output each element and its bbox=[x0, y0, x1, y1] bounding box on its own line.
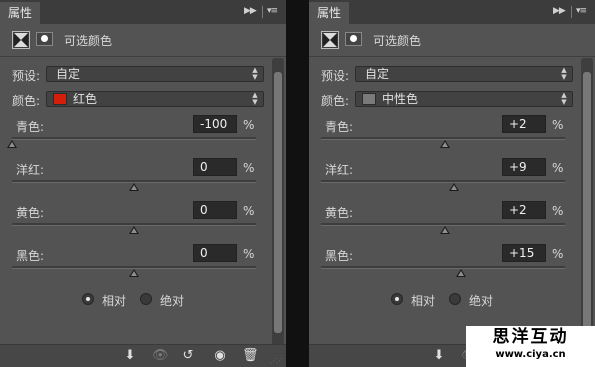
cyan-slider-thumb[interactable] bbox=[7, 140, 17, 148]
dropdown-arrows-icon: ▲ ▼ bbox=[252, 66, 258, 81]
magenta-unit: % bbox=[552, 161, 564, 175]
black-input[interactable]: +15 bbox=[502, 244, 546, 262]
colors-value: 中性色 bbox=[382, 92, 419, 106]
relative-radio[interactable] bbox=[82, 293, 94, 305]
yellow-label: 黄色: bbox=[325, 206, 354, 220]
selective-color-icon bbox=[321, 31, 339, 49]
scrollbar-thumb[interactable] bbox=[583, 72, 591, 333]
cyan-input[interactable]: -100 bbox=[193, 115, 237, 133]
yellow-input[interactable]: +2 bbox=[502, 201, 546, 219]
colors-dropdown[interactable]: 红色 ▲ ▼ bbox=[46, 91, 264, 107]
panel-tab-bar: 属性 ▶▶ ▾≡ bbox=[309, 0, 595, 24]
cyan-label: 青色: bbox=[325, 120, 354, 134]
tab-properties[interactable]: 属性 bbox=[0, 2, 41, 24]
cyan-slider-thumb[interactable] bbox=[440, 140, 451, 148]
adjustment-header: 可选颜色 bbox=[309, 24, 595, 57]
resize-grip-icon[interactable]: ⋰⋰ bbox=[270, 357, 283, 365]
scrollbar-thumb[interactable] bbox=[274, 72, 282, 333]
trash-icon[interactable]: 🗑 bbox=[242, 348, 259, 364]
black-unit: % bbox=[243, 247, 255, 261]
watermark-logo: 思洋互动 www.ciya.cn bbox=[466, 326, 595, 367]
magenta-slider-thumb[interactable] bbox=[448, 183, 459, 191]
absolute-label: 绝对 bbox=[160, 294, 185, 308]
yellow-slider-thumb[interactable] bbox=[129, 226, 139, 234]
clip-to-layer-icon[interactable]: ⬇ bbox=[122, 348, 138, 364]
cyan-label: 青色: bbox=[16, 120, 45, 134]
black-input[interactable]: 0 bbox=[193, 244, 237, 262]
dropdown-arrows-icon: ▲ ▼ bbox=[252, 91, 258, 106]
preset-dropdown[interactable]: 自定 ▲ ▼ bbox=[46, 66, 264, 82]
colors-dropdown[interactable]: 中性色 ▲ ▼ bbox=[355, 91, 573, 107]
cyan-unit: % bbox=[243, 118, 255, 132]
absolute-radio[interactable] bbox=[140, 293, 152, 305]
view-previous-state-icon[interactable]: 👁 bbox=[152, 348, 169, 364]
absolute-label: 绝对 bbox=[469, 294, 494, 308]
preset-label: 预设: bbox=[12, 69, 41, 83]
panel-menu-icon[interactable]: ▾≡ bbox=[267, 6, 278, 16]
magenta-input[interactable]: +9 bbox=[502, 158, 546, 176]
properties-panel-left: 属性 ▶▶ ▾≡ 可选颜色 预设: 自定 ▲ ▼ 颜色: 红色 ▲ ▼ 青色: -1… bbox=[0, 0, 286, 367]
color-swatch bbox=[53, 93, 67, 105]
black-slider-thumb[interactable] bbox=[456, 269, 467, 277]
layer-mask-icon[interactable] bbox=[345, 32, 362, 46]
black-unit: % bbox=[552, 247, 564, 261]
panel-tab-bar: 属性 ▶▶ ▾≡ bbox=[0, 0, 286, 24]
preset-value: 自定 bbox=[365, 67, 390, 81]
yellow-unit: % bbox=[552, 204, 564, 218]
selective-color-icon bbox=[12, 31, 30, 49]
panel-scrollbar[interactable] bbox=[581, 58, 593, 347]
magenta-label: 洋红: bbox=[325, 163, 354, 177]
collapse-icon[interactable]: ▶▶ bbox=[553, 6, 566, 16]
black-track[interactable] bbox=[321, 266, 565, 269]
relative-radio[interactable] bbox=[391, 293, 403, 305]
relative-label: 相对 bbox=[102, 294, 127, 308]
method-radio-group: 相对 绝对 bbox=[309, 291, 579, 309]
cyan-track[interactable] bbox=[12, 137, 256, 140]
cyan-input[interactable]: +2 bbox=[502, 115, 546, 133]
panel-menu-icon[interactable]: ▾≡ bbox=[576, 6, 587, 16]
magenta-unit: % bbox=[243, 161, 255, 175]
black-label: 黑色: bbox=[325, 249, 354, 263]
watermark-url: www.ciya.cn bbox=[495, 349, 566, 360]
magenta-slider-thumb[interactable] bbox=[129, 183, 139, 191]
yellow-label: 黄色: bbox=[16, 206, 45, 220]
preset-dropdown[interactable]: 自定 ▲ ▼ bbox=[355, 66, 573, 82]
color-swatch bbox=[362, 93, 376, 105]
colors-value: 红色 bbox=[73, 92, 98, 106]
relative-label: 相对 bbox=[411, 294, 436, 308]
reset-icon[interactable]: ↺ bbox=[180, 348, 196, 364]
colors-label: 颜色: bbox=[12, 94, 41, 108]
magenta-input[interactable]: 0 bbox=[193, 158, 237, 176]
method-radio-group: 相对 绝对 bbox=[0, 291, 270, 309]
panel-footer: ⬇ 👁 ↺ ◉ 🗑 ⋰⋰ bbox=[0, 344, 286, 367]
watermark-title: 思洋互动 bbox=[492, 327, 569, 347]
magenta-label: 洋红: bbox=[16, 163, 45, 177]
panel-scrollbar[interactable] bbox=[272, 58, 284, 347]
collapse-icon[interactable]: ▶▶ bbox=[244, 6, 257, 16]
properties-panel-right: 属性 ▶▶ ▾≡ 可选颜色 预设: 自定 ▲ ▼ 颜色: 中性色 ▲ ▼ 青色: +… bbox=[309, 0, 595, 367]
preset-value: 自定 bbox=[56, 67, 81, 81]
preset-label: 预设: bbox=[321, 69, 350, 83]
adjustment-title: 可选颜色 bbox=[373, 34, 422, 48]
black-slider-thumb[interactable] bbox=[129, 269, 139, 277]
dropdown-arrows-icon: ▲ ▼ bbox=[561, 91, 567, 106]
cyan-unit: % bbox=[552, 118, 564, 132]
colors-label: 颜色: bbox=[321, 94, 350, 108]
layer-mask-icon[interactable] bbox=[36, 32, 53, 46]
yellow-slider-thumb[interactable] bbox=[440, 226, 451, 234]
tab-divider bbox=[571, 6, 572, 18]
adjustment-title: 可选颜色 bbox=[64, 34, 113, 48]
magenta-track[interactable] bbox=[321, 180, 565, 183]
absolute-radio[interactable] bbox=[449, 293, 461, 305]
dropdown-arrows-icon: ▲ ▼ bbox=[561, 66, 567, 81]
tab-properties[interactable]: 属性 bbox=[309, 2, 350, 24]
black-label: 黑色: bbox=[16, 249, 45, 263]
yellow-unit: % bbox=[243, 204, 255, 218]
clip-to-layer-icon[interactable]: ⬇ bbox=[431, 348, 447, 364]
visibility-eye-icon[interactable]: ◉ bbox=[212, 348, 228, 364]
yellow-input[interactable]: 0 bbox=[193, 201, 237, 219]
tab-divider bbox=[262, 6, 263, 18]
adjustment-header: 可选颜色 bbox=[0, 24, 286, 57]
